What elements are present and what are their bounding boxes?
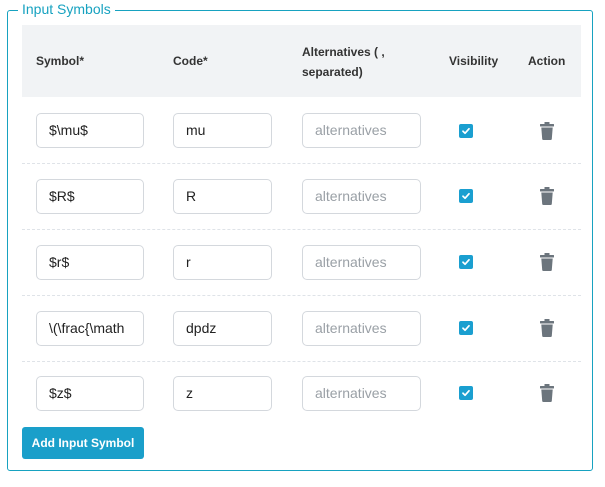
symbol-input[interactable]: $r$ — [36, 245, 144, 280]
trash-icon[interactable] — [540, 253, 554, 271]
table-row: $r$ r alternatives — [22, 229, 581, 296]
alternatives-input[interactable]: alternatives — [302, 311, 421, 346]
alternatives-input[interactable]: alternatives — [302, 376, 421, 411]
panel-legend: Input Symbols — [18, 1, 115, 17]
code-input[interactable]: R — [173, 179, 272, 214]
alternatives-input[interactable]: alternatives — [302, 113, 421, 148]
check-icon — [462, 127, 470, 135]
check-icon — [462, 258, 470, 266]
add-input-symbol-button[interactable]: Add Input Symbol — [22, 427, 144, 459]
trash-icon[interactable] — [540, 122, 554, 140]
table-row: $\mu$ mu alternatives — [22, 97, 581, 164]
visibility-checkbox[interactable] — [459, 255, 473, 269]
table-row: $z$ z alternatives — [22, 361, 581, 427]
trash-icon[interactable] — [540, 319, 554, 337]
check-icon — [462, 192, 470, 200]
header-alternatives-line2: separated) — [302, 65, 363, 79]
visibility-checkbox[interactable] — [459, 124, 473, 138]
symbol-input[interactable]: $z$ — [36, 376, 144, 411]
code-input[interactable]: z — [173, 376, 272, 411]
alternatives-input[interactable]: alternatives — [302, 179, 421, 214]
trash-icon[interactable] — [540, 384, 554, 402]
visibility-checkbox[interactable] — [459, 386, 473, 400]
code-input[interactable]: mu — [173, 113, 272, 148]
check-icon — [462, 389, 470, 397]
table-header: Symbol* Code* Alternatives ( , separated… — [22, 25, 581, 97]
code-input[interactable]: r — [173, 245, 272, 280]
visibility-checkbox[interactable] — [459, 321, 473, 335]
check-icon — [462, 324, 470, 332]
header-alternatives-line1: Alternatives ( , — [302, 45, 385, 59]
symbol-input[interactable]: $R$ — [36, 179, 144, 214]
header-code: Code* — [173, 54, 208, 68]
header-action: Action — [528, 54, 566, 68]
code-input[interactable]: dpdz — [173, 311, 272, 346]
symbol-input[interactable]: \(\frac{\math — [36, 311, 144, 346]
trash-icon[interactable] — [540, 187, 554, 205]
header-symbol: Symbol* — [36, 54, 85, 68]
header-visibility: Visibility — [449, 54, 499, 68]
visibility-checkbox[interactable] — [459, 189, 473, 203]
symbol-input[interactable]: $\mu$ — [36, 113, 144, 148]
table-row: $R$ R alternatives — [22, 163, 581, 230]
table-row: \(\frac{\math dpdz alternatives — [22, 295, 581, 362]
alternatives-input[interactable]: alternatives — [302, 245, 421, 280]
